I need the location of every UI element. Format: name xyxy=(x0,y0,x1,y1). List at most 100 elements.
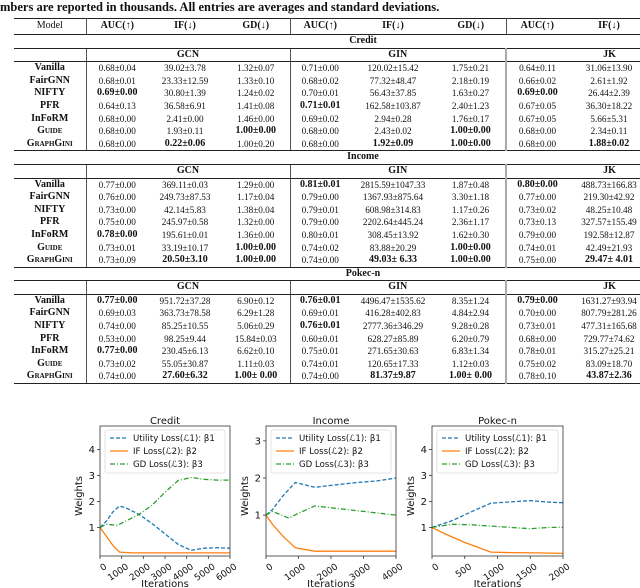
x-axis-label: Iterations xyxy=(474,579,522,588)
table-row: PFR 0.53±0.00 98.25±9.44 15.84±0.03 0.60±0.0… xyxy=(14,332,640,346)
metric-cell: 49.03± 6.33 xyxy=(350,254,436,268)
model-group-row: GCN GIN JK xyxy=(14,164,640,179)
backbone-label: GIN xyxy=(289,48,506,63)
metric-cell: 230.45±6.13 xyxy=(161,346,209,357)
metric-cell: 0.68±0.00 xyxy=(85,137,148,152)
chart-title: Pokec-n xyxy=(478,416,517,427)
metric-cell: 0.79±0.00 xyxy=(289,216,350,229)
weights-charts: Credit12340100020003000400050006000Itera… xyxy=(74,416,572,588)
backbone-label: GIN xyxy=(289,280,506,295)
legend-label: IF Loss(ℒ2): β2 xyxy=(465,447,529,457)
metric-cell: 1.33±0.10 xyxy=(237,75,275,86)
metric-cell: 6.62±0.10 xyxy=(237,346,275,357)
metric-cell: 26.44±2.39 xyxy=(588,88,630,99)
model-name: FairGNN xyxy=(29,307,71,319)
metric-cell: 2815.59±1047.33 xyxy=(360,179,426,190)
metric-cell: 5.06±0.29 xyxy=(237,321,275,332)
metric-cell: 0.74±0.01 xyxy=(505,241,568,255)
header-gd: GD(↓) xyxy=(436,18,506,35)
metric-cell: 2.40±1.23 xyxy=(451,100,490,111)
metric-cell: 0.69±0.03 xyxy=(85,307,148,321)
header-model: Model xyxy=(14,18,86,35)
metric-cell: 2777.36±346.29 xyxy=(362,321,424,332)
model-name: InFoRM xyxy=(31,345,69,357)
y-axis-label: Weights xyxy=(74,476,85,516)
metric-cell: 1631.27±93.94 xyxy=(581,295,637,306)
series-line xyxy=(99,505,231,551)
metric-cell: 1.00±0.00 xyxy=(450,125,491,137)
metric-cell: 1.92±0.09 xyxy=(350,137,436,152)
series-line xyxy=(265,514,396,552)
model-name: FairGNN xyxy=(29,191,71,203)
metric-cell: 363.73±78.58 xyxy=(159,308,211,319)
metric-cell: 83.88±20.29 xyxy=(369,242,417,253)
metric-cell: 6.20±0.79 xyxy=(451,333,490,344)
legend: Utility Loss(ℒ1): β1 IF Loss(ℒ2): β2 GD Lo… xyxy=(270,429,392,474)
chart-title: Income xyxy=(313,416,350,427)
model-name: InFoRM xyxy=(31,228,69,240)
model-name: InFoRM xyxy=(31,112,69,124)
x-tick-label: 0 xyxy=(431,562,442,574)
x-tick-label: 0 xyxy=(99,562,110,574)
metric-cell: 42.14±5.83 xyxy=(164,204,206,215)
metric-cell: 0.78±0.10 xyxy=(505,370,568,385)
metric-cell: 0.74±0.00 xyxy=(85,320,148,333)
model-name: Vanilla xyxy=(34,178,65,190)
model-group-row: GCN GIN JK xyxy=(14,280,640,295)
series-line xyxy=(431,526,564,555)
metric-cell: 1.32±0.07 xyxy=(237,63,275,74)
table-row: NIFTY 0.73±0.00 42.14±5.83 1.38±0.04 0.79±0.… xyxy=(14,203,640,217)
series-line xyxy=(265,505,397,519)
metric-cell: 249.73±87.53 xyxy=(159,192,211,203)
metric-cell: 1.29±0.00 xyxy=(237,179,275,190)
model-name: PFR xyxy=(40,332,60,344)
metric-cell: 0.69±0.02 xyxy=(289,112,350,126)
table-row: Vanilla 0.68±0.04 39.02±3.78 1.32±0.07 0.71±… xyxy=(14,61,640,75)
chart-income: Income1230 1000 2000 3000 4000IterationsWeig… xyxy=(240,416,405,588)
metric-cell: 1.00±0.00 xyxy=(450,241,491,253)
metric-cell: 2.43±0.02 xyxy=(374,126,412,137)
metric-cell: 1.24±0.02 xyxy=(237,88,275,99)
table-row: Vanilla 0.77±0.00 369.11±0.03 1.29±0.00 0.81… xyxy=(14,178,640,192)
header-if: IF(↓) xyxy=(350,18,436,35)
table-row: NIFTY 0.69±0.00 30.80±1.39 1.24±0.02 0.70±0.… xyxy=(14,87,640,100)
metric-cell: 0.68±0.00 xyxy=(289,125,350,138)
metric-cell: 477.31±165.68 xyxy=(581,321,637,332)
backbone-label: JK xyxy=(505,164,640,179)
metric-cell: 0.79±0.00 xyxy=(505,228,568,242)
metric-cell: 120.65±17.33 xyxy=(367,358,419,369)
metric-cell: 0.64±0.11 xyxy=(505,61,568,75)
table-row: FairGNN 0.68±0.01 23.33±12.59 1.33±0.10 0.68… xyxy=(14,74,640,88)
table-row: FairGNN 0.69±0.03 363.73±78.58 6.29±1.28 0.6… xyxy=(14,307,640,321)
table-row: Vanilla 0.77±0.00 951.72±37.28 6.90±0.12 0.7… xyxy=(14,294,640,308)
model-group-row: GCN GIN JK xyxy=(14,48,640,63)
y-tick-label: 1 xyxy=(421,523,427,534)
blank-cell xyxy=(14,280,86,295)
metric-cell: 0.60±0.01 xyxy=(289,332,350,346)
legend-label: GD Loss(ℒ3): β3 xyxy=(299,460,369,470)
metric-cell: 0.73±0.01 xyxy=(85,241,148,255)
metric-cell: 0.68±0.01 xyxy=(85,74,148,88)
y-tick-label: 2 xyxy=(421,497,427,508)
metric-cell: 30.80±1.39 xyxy=(164,88,206,99)
table-row: PFR 0.64±0.13 36.58±6.91 1.41±0.08 0.71±0.01… xyxy=(14,99,640,113)
x-tick-label: 1000 xyxy=(106,562,131,583)
metric-cell: 0.79±0.01 xyxy=(289,203,350,217)
table-row: InFoRM 0.77±0.00 230.45±6.13 6.62±0.10 0.75±… xyxy=(14,345,640,358)
metric-cell: 0.80±0.01 xyxy=(289,228,350,242)
table-caption: mbers are reported in thousands. All ent… xyxy=(0,0,440,14)
metric-cell: 0.75±0.00 xyxy=(505,254,568,268)
chart-pokec-n: Pokec-n12340 500 1000 1500 2000IterationsWei… xyxy=(406,416,572,588)
metric-cell: 327.57±155.49 xyxy=(581,217,637,228)
metric-cell: 608.98±314.83 xyxy=(365,204,421,215)
y-tick-label: 3 xyxy=(89,471,95,482)
metric-cell: 0.77±0.00 xyxy=(505,191,568,204)
series-line xyxy=(431,523,563,530)
metric-cell: 0.67±0.05 xyxy=(505,112,568,126)
metric-cell: 8.35±1.24 xyxy=(451,295,490,306)
metric-cell: 29.47± 4.01 xyxy=(568,254,640,268)
metric-cell: 1.11±0.03 xyxy=(237,358,275,369)
metric-cell: 1.46±0.00 xyxy=(237,113,275,124)
metric-cell: 0.77±0.00 xyxy=(85,294,148,308)
table-row: InFoRM 0.78±0.00 195.61±0.01 1.36±0.00 0.80±… xyxy=(14,228,640,242)
